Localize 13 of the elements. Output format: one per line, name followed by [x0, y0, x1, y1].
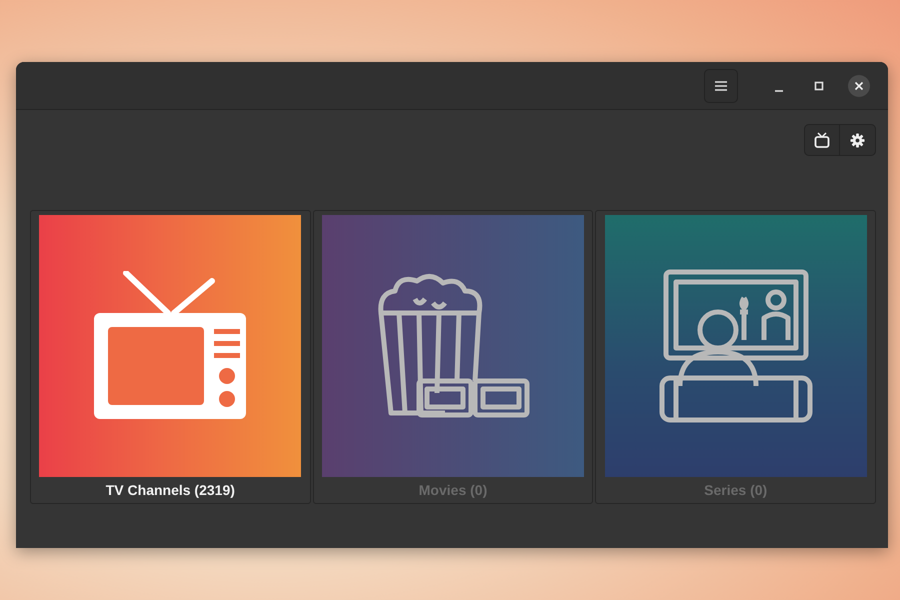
- category-tile[interactable]: TV Channels (2319): [30, 210, 311, 504]
- tv-icon: [92, 271, 248, 421]
- menu-icon: [715, 80, 727, 90]
- close-icon: [854, 80, 864, 90]
- tv-icon: [814, 132, 830, 148]
- category-label: TV Channels (2319): [106, 481, 235, 500]
- minimize-icon: [774, 90, 784, 92]
- settings-button[interactable]: [840, 124, 876, 156]
- settings-icon: [850, 132, 865, 148]
- tv-button[interactable]: [804, 124, 840, 156]
- menu-button[interactable]: [704, 68, 738, 102]
- maximize-icon: [814, 80, 824, 90]
- person-watching-tv-icon: [658, 268, 814, 424]
